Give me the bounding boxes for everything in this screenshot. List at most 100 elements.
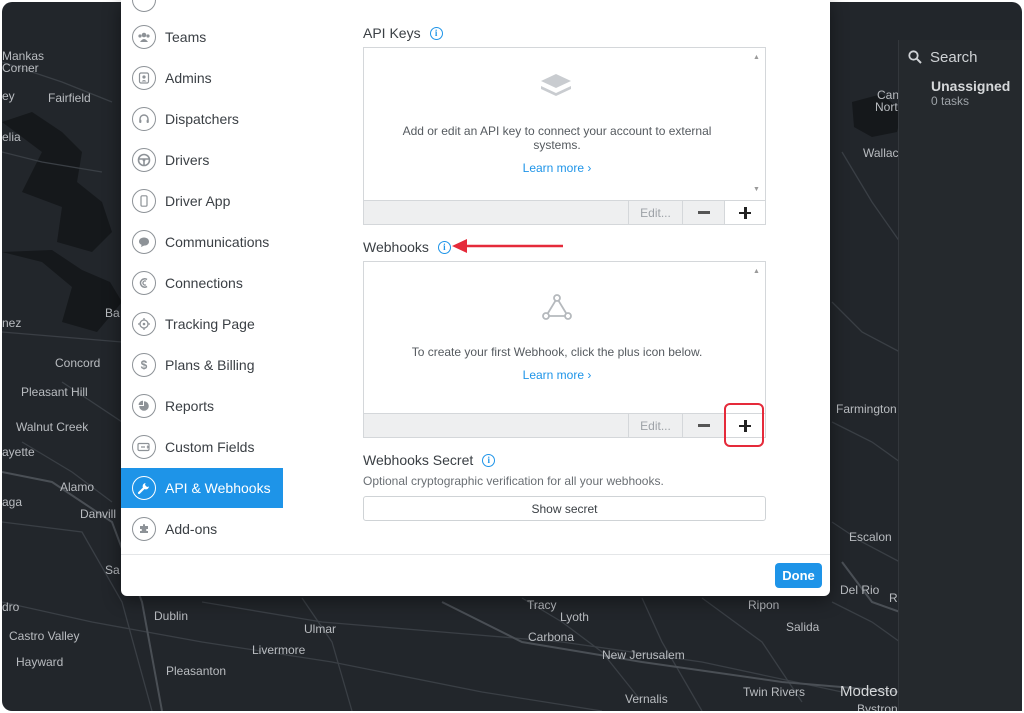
sidebar-item-teams[interactable]: Teams xyxy=(121,17,283,57)
api-keys-edit-button[interactable]: Edit... xyxy=(628,201,682,224)
sidebar-item-driver-app[interactable]: Driver App xyxy=(121,181,283,221)
sidebar-item-label: Connections xyxy=(165,275,243,291)
map-label: elia xyxy=(2,130,21,144)
sidebar-item-label: Plans & Billing xyxy=(165,357,255,373)
scroll-up-icon[interactable]: ▲ xyxy=(753,268,760,275)
sidebar-item-admins[interactable]: Admins xyxy=(121,58,283,98)
scroll-down-icon[interactable]: ▼ xyxy=(753,186,760,193)
show-secret-button[interactable]: Show secret xyxy=(363,496,766,521)
sidebar-item-label: Dispatchers xyxy=(165,111,239,127)
modal-footer: Done xyxy=(121,554,830,596)
map-label: Tracy xyxy=(527,598,557,612)
search-label: Search xyxy=(930,48,978,66)
phone-icon xyxy=(132,189,156,213)
sidebar-item-label: Admins xyxy=(165,70,212,86)
map-label: Carbona xyxy=(528,630,575,644)
map-label: Ripon xyxy=(748,598,780,612)
map-label: Walnut Creek xyxy=(16,420,89,434)
webhooks-remove-button[interactable] xyxy=(682,414,724,437)
map-label: Concord xyxy=(55,356,101,370)
sidebar-item-add-ons[interactable]: Add-ons xyxy=(121,509,283,549)
minus-icon xyxy=(697,211,710,214)
crosshair-icon xyxy=(132,312,156,336)
map-label: dro xyxy=(2,600,20,614)
api-keys-add-button[interactable] xyxy=(724,201,765,224)
map-label: Wallac xyxy=(863,146,899,160)
sidebar-item-tracking-page[interactable]: Tracking Page xyxy=(121,304,283,344)
map-label: Modesto xyxy=(840,683,898,700)
dollar-icon: $ xyxy=(132,353,156,377)
api-keys-remove-button[interactable] xyxy=(682,201,724,224)
sidebar-item-dispatchers[interactable]: Dispatchers xyxy=(121,99,283,139)
sidebar-item-drivers[interactable]: Drivers xyxy=(121,140,283,180)
layers-icon xyxy=(541,74,571,96)
map-label: nez xyxy=(2,316,22,330)
sidebar-item-plans-billing[interactable]: $ Plans & Billing xyxy=(121,345,283,385)
map-label: Nort xyxy=(875,100,898,114)
info-icon[interactable]: i xyxy=(429,26,443,40)
map-label: Twin Rivers xyxy=(743,685,806,699)
map-label: Pleasant Hill xyxy=(21,385,88,399)
map-label: Sa xyxy=(105,563,120,577)
webhooks-empty-state: To create your first Webhook, click the … xyxy=(364,262,750,413)
scroll-up-icon[interactable]: ▲ xyxy=(753,54,760,61)
map-label: Escalon xyxy=(849,530,892,544)
sidebar-item-connections[interactable]: Connections xyxy=(121,263,283,303)
map-label: Dublin xyxy=(154,609,189,623)
info-icon[interactable]: i xyxy=(437,240,451,254)
webhooks-secret-description: Optional cryptographic verification for … xyxy=(363,474,664,488)
chat-bubble-icon xyxy=(132,230,156,254)
settings-icon xyxy=(132,0,156,12)
map-label: New Jerusalem xyxy=(602,648,685,662)
webhooks-learn-more-link[interactable]: Learn more › xyxy=(364,368,750,382)
done-button[interactable]: Done xyxy=(775,563,822,588)
custom-fields-icon xyxy=(132,435,156,459)
plus-icon xyxy=(739,206,751,219)
map-label: Hayward xyxy=(16,655,64,669)
webhooks-secret-title: Webhooks Secret i xyxy=(363,452,496,468)
annotation-highlight-box xyxy=(724,403,764,447)
map-label: Bystron xyxy=(857,702,898,711)
map-label: Lyoth xyxy=(560,610,589,624)
headset-icon xyxy=(132,107,156,131)
sidebar-item-reports[interactable]: Reports xyxy=(121,386,283,426)
webhooks-edit-button[interactable]: Edit... xyxy=(628,414,682,437)
admins-icon xyxy=(132,66,156,90)
map-label: Livermore xyxy=(252,643,306,657)
sidebar-item-label: Custom Fields xyxy=(165,439,255,455)
map-label: Corner xyxy=(2,61,39,75)
sidebar-item-api-webhooks[interactable]: API & Webhooks xyxy=(121,468,283,508)
settings-modal: Teams Admins Dispatchers Drivers Driver xyxy=(121,0,830,596)
map-label: Alamo xyxy=(60,480,95,494)
api-keys-title-text: API Keys xyxy=(363,25,421,41)
sidebar-item-label: Tracking Page xyxy=(165,316,255,332)
unassigned-title[interactable]: Unassigned xyxy=(931,78,1010,94)
task-search[interactable]: Search xyxy=(908,47,978,67)
sidebar-item-communications[interactable]: Communications xyxy=(121,222,283,262)
sidebar-item-label: Drivers xyxy=(165,152,210,168)
info-icon[interactable]: i xyxy=(482,453,496,467)
connections-icon xyxy=(132,271,156,295)
map-label: Fairfield xyxy=(48,91,91,105)
map-label: Pleasanton xyxy=(166,664,227,678)
map-label: R xyxy=(889,591,898,605)
sidebar-item-label: Add-ons xyxy=(165,521,218,537)
unassigned-count: 0 tasks xyxy=(931,94,970,108)
webhooks-empty-text: To create your first Webhook, click the … xyxy=(411,345,703,359)
api-keys-scrollbar[interactable]: ▲ ▼ xyxy=(749,48,765,200)
teams-icon xyxy=(132,25,156,49)
api-keys-panel: Add or edit an API key to connect your a… xyxy=(363,47,766,225)
api-keys-learn-more-link[interactable]: Learn more › xyxy=(364,161,750,175)
sidebar-item-custom-fields[interactable]: Custom Fields xyxy=(121,427,283,467)
map-label: aga xyxy=(2,495,23,509)
sidebar-item-label: API & Webhooks xyxy=(165,480,271,496)
api-keys-empty-state: Add or edit an API key to connect your a… xyxy=(364,48,750,200)
map-label: ey xyxy=(2,89,15,103)
webhooks-toolbar: Edit... xyxy=(364,413,765,437)
steering-wheel-icon xyxy=(132,148,156,172)
api-keys-title: API Keys i xyxy=(363,25,443,41)
webhooks-scrollbar[interactable]: ▲ xyxy=(749,262,765,413)
api-keys-toolbar: Edit... xyxy=(364,200,765,224)
api-keys-empty-text: Add or edit an API key to connect your a… xyxy=(402,124,712,152)
annotation-arrow-icon xyxy=(452,239,563,253)
